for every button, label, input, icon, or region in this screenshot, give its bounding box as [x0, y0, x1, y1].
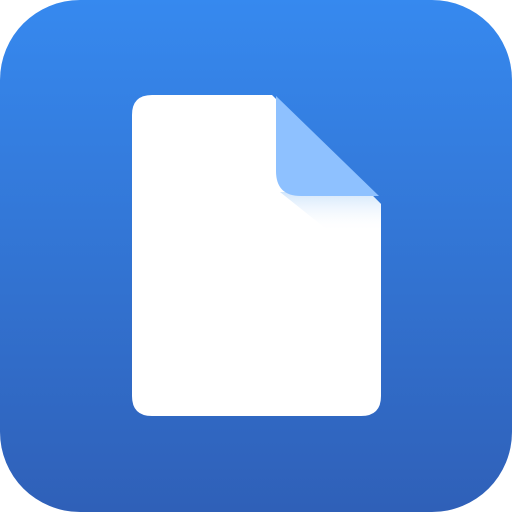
document-icon-graphic — [0, 0, 512, 512]
document-icon[interactable] — [0, 0, 512, 512]
app-icon-canvas — [0, 0, 512, 512]
